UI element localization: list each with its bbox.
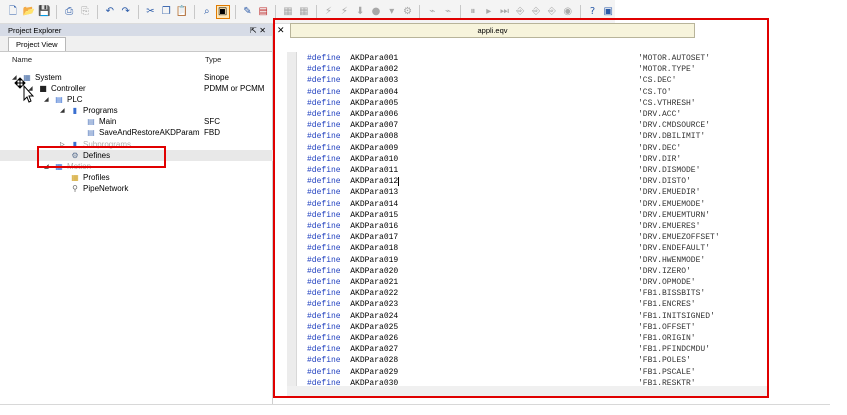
undo-icon[interactable]: ↶	[103, 5, 117, 19]
tree-node-icon: ▤	[55, 95, 63, 104]
toolbar-separator	[96, 4, 98, 19]
tree-node-icon: ■	[39, 84, 47, 93]
tree-node-label: PLC	[67, 95, 83, 104]
new-icon[interactable]: 🗋	[6, 5, 20, 19]
explorer-column-headers: Name Type	[0, 55, 272, 66]
tools-icon[interactable]: ✎	[241, 5, 255, 19]
toolbar-separator	[193, 4, 195, 19]
tree-item-profiles[interactable]: ▦ Profiles	[0, 172, 273, 183]
toolbar-separator	[315, 4, 317, 19]
find-icon[interactable]: ⌕	[200, 5, 214, 19]
editor-highlight-box	[273, 18, 769, 398]
print-preview-icon[interactable]: ⎘	[78, 5, 92, 19]
watch-icon[interactable]: ⌁	[441, 5, 455, 19]
tree-node-label: Main	[99, 117, 117, 126]
toolbar-separator	[460, 4, 462, 19]
defines-highlight-box	[37, 146, 166, 168]
toolbar-separator	[275, 4, 277, 19]
tree-item-main[interactable]: ▤ Main SFC	[0, 116, 273, 127]
column-header-name[interactable]: Name	[12, 55, 32, 64]
tree-node-label: Programs	[83, 106, 118, 115]
step-out-icon[interactable]: ⎆	[545, 5, 559, 19]
tree-item-save-restore[interactable]: ▤ SaveAndRestoreAKDParam FBD	[0, 127, 273, 138]
fast-forward-icon[interactable]: ⏭	[498, 5, 512, 19]
stop-dropdown-icon[interactable]: ▾	[385, 5, 399, 19]
tree-node-label: SaveAndRestoreAKDParam	[99, 128, 200, 137]
build-icon[interactable]: ▦	[297, 5, 311, 19]
tree-node-type: PDMM or PCMM	[204, 84, 265, 93]
pause-icon[interactable]: ⏸	[466, 5, 480, 19]
tree-node-label: Controller	[51, 84, 86, 93]
tree-expander-icon[interactable]: ◢	[60, 107, 65, 114]
copy-icon[interactable]: ❐	[159, 5, 173, 19]
step-icon[interactable]: ▸	[482, 5, 496, 19]
about-icon[interactable]: ▣	[601, 5, 615, 19]
tree-item-pipenetwork[interactable]: ⚲ PipeNetwork	[0, 183, 273, 194]
toggle-view-icon[interactable]: ▣	[215, 4, 230, 19]
tree-node-type: Sinope	[204, 73, 229, 82]
column-header-type[interactable]: Type	[205, 55, 221, 64]
redo-icon[interactable]: ↷	[119, 5, 133, 19]
toolbar-separator	[234, 4, 236, 19]
tree-node-icon: ▤	[87, 117, 95, 126]
toolbar-separator	[137, 4, 139, 19]
toolbar-separator	[419, 4, 421, 19]
compile-icon[interactable]: ▦	[281, 5, 295, 19]
mouse-pointer-icon	[14, 77, 35, 103]
download-icon[interactable]: ⬇	[353, 5, 367, 19]
step-into-icon[interactable]: ⎆	[513, 5, 527, 19]
paste-icon[interactable]: 📋	[175, 5, 189, 19]
tree-item-system[interactable]: ◢ ▦ System Sinope	[0, 72, 273, 83]
settings-icon[interactable]: ⚙	[401, 5, 415, 19]
tree-node-icon: ⚲	[72, 184, 78, 193]
tree-expander-icon[interactable]: ◢	[44, 96, 49, 103]
project-explorer-title: Project Explorer	[8, 25, 62, 35]
tree-item-controller[interactable]: ◢ ■ Controller PDMM or PCMM	[0, 83, 273, 94]
tree-node-icon: ▮	[72, 106, 78, 115]
step-over-icon[interactable]: ⎆	[529, 5, 543, 19]
open-folder-icon[interactable]: 📂	[22, 5, 36, 19]
toolbar-separator	[579, 4, 581, 19]
device-icon[interactable]: ▤	[256, 5, 270, 19]
tree-node-label: PipeNetwork	[83, 184, 129, 193]
tree-item-programs[interactable]: ◢ ▮ Programs	[0, 105, 273, 116]
print-icon[interactable]: ⎙	[62, 5, 76, 19]
toolbar-separator	[56, 4, 58, 19]
tree-node-icon: ▤	[87, 128, 95, 137]
connect-icon[interactable]: ⚡	[322, 5, 336, 19]
tree-node-icon: ▦	[71, 173, 79, 182]
tree-node-label: System	[35, 73, 62, 82]
explorer-tab-strip: Project View	[0, 36, 272, 52]
tree-node-type: SFC	[204, 117, 220, 126]
tree-node-type: FBD	[204, 128, 220, 137]
tree-node-label: Profiles	[83, 173, 110, 182]
save-icon[interactable]: 💾	[38, 5, 52, 19]
pin-close-icon[interactable]: ⇱ ✕	[250, 26, 266, 35]
disconnect-icon[interactable]: ⚡	[337, 5, 351, 19]
scope-icon[interactable]: ⌁	[425, 5, 439, 19]
tab-project-view[interactable]: Project View	[8, 37, 66, 51]
project-explorer-header: Project Explorer ⇱ ✕	[0, 24, 272, 36]
cut-icon[interactable]: ✂	[144, 5, 158, 19]
tree-item-plc[interactable]: ◢ ▤ PLC	[0, 94, 273, 105]
help-icon[interactable]: ?	[586, 5, 600, 19]
stop-icon[interactable]: ●	[369, 5, 383, 19]
status-divider	[0, 404, 830, 405]
breakpoint-icon[interactable]: ◉	[561, 5, 575, 19]
